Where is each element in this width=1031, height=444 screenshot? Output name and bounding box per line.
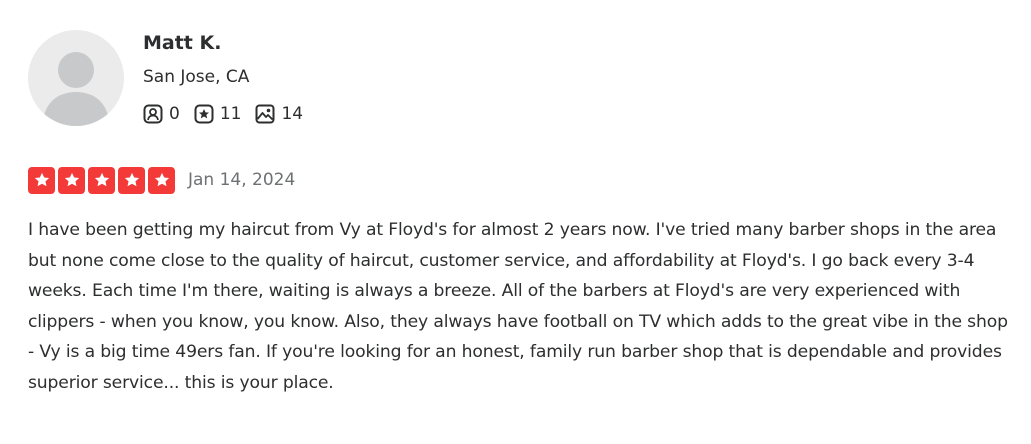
- star-rating: [28, 166, 178, 194]
- star-icon: [118, 166, 145, 194]
- user-location: San Jose, CA: [143, 67, 250, 87]
- user-name[interactable]: Matt K.: [143, 32, 221, 54]
- friends-count: 0: [169, 104, 180, 124]
- photos-stat: 14: [255, 104, 303, 124]
- review-rating-row: Jan 14, 2024: [28, 166, 295, 194]
- reviews-stat: 11: [194, 104, 242, 124]
- star-icon: [58, 166, 85, 194]
- user-stats: 0 11 14: [143, 102, 317, 126]
- star-badge-icon: [194, 104, 214, 124]
- friends-stat: 0: [143, 104, 180, 124]
- star-icon: [148, 166, 175, 194]
- star-icon: [88, 166, 115, 194]
- star-icon: [28, 166, 55, 194]
- photo-icon: [255, 104, 275, 124]
- friends-icon: [143, 104, 163, 124]
- photos-count: 14: [281, 104, 304, 124]
- reviews-count: 11: [219, 104, 242, 124]
- review-text: I have been getting my haircut from Vy a…: [28, 220, 1008, 393]
- user-avatar[interactable]: [28, 30, 124, 126]
- review-date: Jan 14, 2024: [188, 170, 296, 190]
- user-silhouette-icon: [42, 52, 110, 126]
